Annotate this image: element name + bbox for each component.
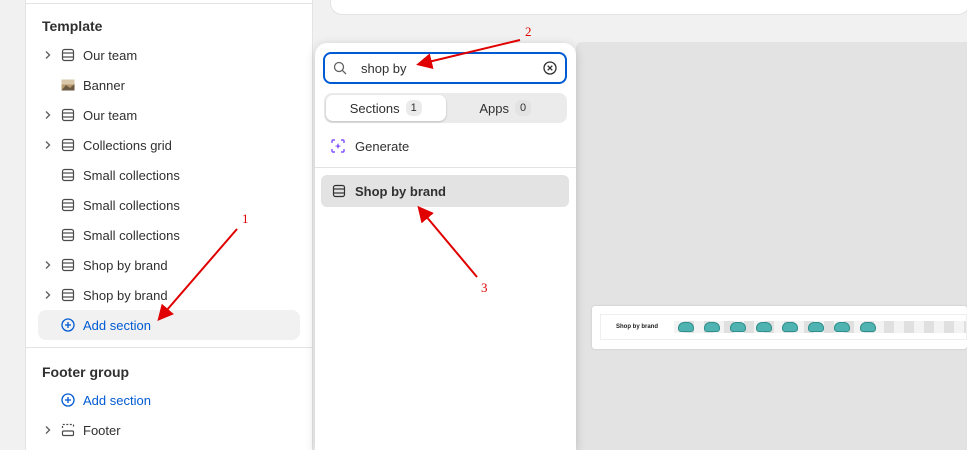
section-preview-card: Shop by brand — [592, 306, 967, 349]
sidebar-item-banner[interactable]: Banner — [38, 70, 300, 100]
chevron-right-icon[interactable] — [38, 425, 58, 435]
result-label: Shop by brand — [355, 183, 446, 199]
tab-count-badge: 1 — [405, 100, 422, 116]
sections-sidebar: Template Our team Banner Our team Collec… — [25, 0, 313, 450]
sidebar-item-label: Shop by brand — [83, 287, 168, 303]
section-icon — [329, 184, 349, 198]
divider — [26, 3, 312, 4]
plus-circle-icon — [58, 390, 78, 410]
brand-logo — [808, 322, 824, 332]
section-icon — [58, 285, 78, 305]
sidebar-item-our-team[interactable]: Our team — [38, 100, 300, 130]
section-icon — [58, 135, 78, 155]
sidebar-item-small-collections[interactable]: Small collections — [38, 160, 300, 190]
section-icon — [58, 255, 78, 275]
divider — [26, 347, 312, 348]
sidebar-item-label: Our team — [83, 47, 138, 63]
preview-strip: Shop by brand — [600, 314, 967, 340]
section-icon — [58, 195, 78, 215]
add-section-popover: Sections 1 Apps 0 Generate Shop by brand — [315, 43, 576, 450]
tab-sections[interactable]: Sections 1 — [326, 95, 446, 121]
sidebar-item-label: Small collections — [83, 167, 180, 183]
sidebar-item-label: Small collections — [83, 227, 180, 243]
generate-button[interactable]: Generate — [329, 135, 409, 157]
chevron-right-icon[interactable] — [38, 260, 58, 270]
brand-logo — [756, 322, 772, 332]
footer-add-section-button[interactable]: Add section — [38, 385, 300, 415]
add-section-label: Add section — [83, 392, 151, 408]
sidebar-item-small-collections[interactable]: Small collections — [38, 190, 300, 220]
search-icon — [331, 61, 349, 75]
top-canvas-bar — [330, 0, 967, 15]
result-shop-by-brand[interactable]: Shop by brand — [321, 175, 569, 207]
divider — [315, 167, 576, 168]
footer-group-title: Footer group — [42, 364, 130, 380]
sidebar-item-label: Shop by brand — [83, 257, 168, 273]
sidebar-item-label: Footer — [83, 422, 121, 438]
preview-title: Shop by brand — [616, 324, 658, 330]
section-icon — [58, 45, 78, 65]
section-icon — [58, 225, 78, 245]
sidebar-item-shop-by-brand[interactable]: Shop by brand — [38, 280, 300, 310]
tab-apps[interactable]: Apps 0 — [446, 95, 566, 121]
brand-logo — [860, 322, 876, 332]
sidebar-item-our-team[interactable]: Our team — [38, 40, 300, 70]
search-input[interactable] — [361, 60, 541, 76]
chevron-right-icon[interactable] — [38, 50, 58, 60]
picker-tabs: Sections 1 Apps 0 — [324, 93, 567, 123]
preview-logo-row — [674, 321, 966, 333]
tab-count-badge: 0 — [515, 100, 532, 116]
image-thumbnail-icon — [58, 75, 78, 95]
brand-logo — [704, 322, 720, 332]
sidebar-item-label: Banner — [83, 77, 125, 93]
chevron-right-icon[interactable] — [38, 110, 58, 120]
brand-logo — [730, 322, 746, 332]
section-icon — [58, 165, 78, 185]
sidebar-item-collections-grid[interactable]: Collections grid — [38, 130, 300, 160]
clear-search-icon[interactable] — [541, 61, 559, 75]
sidebar-item-label: Small collections — [83, 197, 180, 213]
plus-circle-icon — [58, 315, 78, 335]
sidebar-item-footer[interactable]: Footer — [38, 415, 300, 445]
annotation-number-2: 2 — [525, 24, 532, 39]
add-section-label: Add section — [83, 317, 151, 333]
section-icon — [58, 105, 78, 125]
footer-section-icon — [58, 420, 78, 440]
tab-label: Sections — [349, 100, 400, 116]
brand-logo — [782, 322, 798, 332]
brand-logo — [834, 322, 850, 332]
generate-label: Generate — [355, 138, 410, 154]
brand-logo — [678, 322, 694, 332]
sparkle-frame-icon — [329, 138, 347, 154]
section-search[interactable] — [323, 52, 567, 84]
sidebar-item-shop-by-brand[interactable]: Shop by brand — [38, 250, 300, 280]
add-section-button[interactable]: Add section — [38, 310, 300, 340]
chevron-right-icon[interactable] — [38, 140, 58, 150]
template-group-title: Template — [42, 18, 103, 34]
preview-canvas — [576, 42, 967, 450]
sidebar-item-small-collections[interactable]: Small collections — [38, 220, 300, 250]
chevron-right-icon[interactable] — [38, 290, 58, 300]
sidebar-item-label: Our team — [83, 107, 138, 123]
sidebar-item-label: Collections grid — [83, 137, 172, 153]
tab-label: Apps — [479, 100, 509, 116]
